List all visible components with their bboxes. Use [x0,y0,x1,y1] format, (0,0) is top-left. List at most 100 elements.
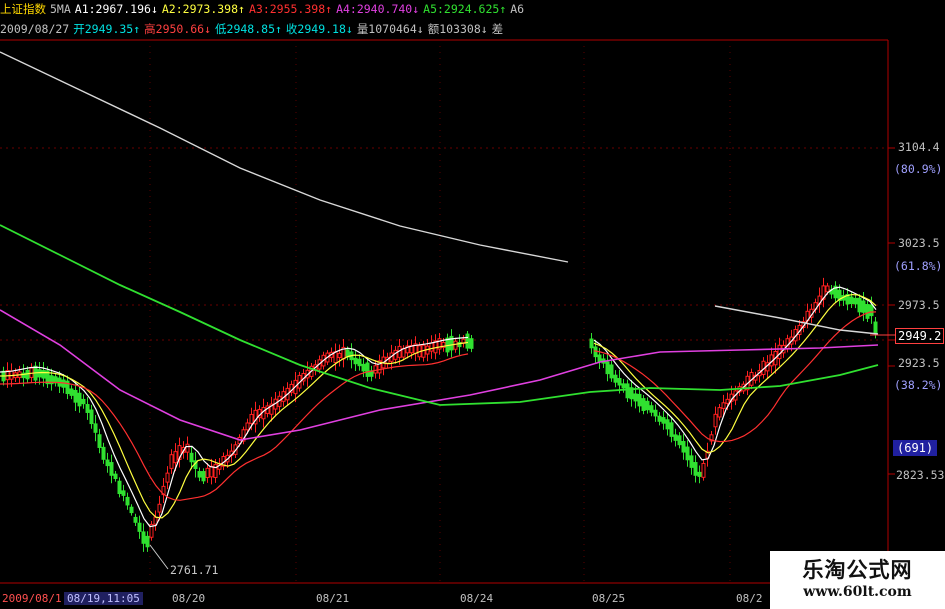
candle-31 [125,496,130,506]
candle-187 [865,304,870,319]
price-chart[interactable] [0,0,945,609]
candle-120 [597,354,602,363]
candle-126 [621,383,626,389]
candle-143 [689,455,694,468]
candle-51 [205,467,210,479]
candle-29 [117,480,122,495]
candle-129 [633,393,638,402]
candle-33 [133,516,138,523]
axis-label-3104: 3104.4 [898,140,940,154]
candle-134 [653,409,658,417]
header-item-4: A3:2955.398↑ [248,2,333,16]
candle-36 [145,535,150,548]
ohlc-item-4: 收2949.18↓ [285,22,353,36]
axis-label-382pct: (38.2%) [894,378,943,392]
candle-184 [853,297,858,305]
candle-149 [713,413,718,428]
candle-90 [361,363,366,372]
candle-132 [645,400,650,411]
date-label-0821: 08/21 [316,592,350,605]
ma1-line-a [0,336,469,528]
candle-27 [109,462,114,476]
candle-61 [245,422,250,431]
volume-box: (691) [893,440,938,456]
low-marker-leader [149,544,169,570]
candle-107 [429,342,434,352]
candle-23 [93,423,98,433]
ohlc-item-3: 低2948.85↑ [215,22,282,36]
bottom-date-left: 2009/08/1 [2,592,62,605]
candle-152 [725,398,730,404]
candle-49 [197,471,202,478]
ma1-line-b [593,286,877,461]
ohlc-item-7: 差 [491,22,504,36]
candle-137 [665,419,670,430]
candle-32 [129,506,134,514]
header-item-0: 上证指数 [0,2,46,16]
header-item-2: A1:2967.196↓ [74,2,158,16]
ohlc-header: 2009/08/27 开2949.35↑ 高2950.66↓ 低2948.85↑ 收29… [0,20,507,38]
candle-127 [625,383,630,399]
candle-122 [605,361,610,375]
candle-89 [357,358,362,367]
candle-46 [185,443,190,453]
ma-long-line-a [0,51,569,263]
candle-42 [169,454,174,469]
candle-10 [41,370,46,379]
candle-18 [73,389,78,403]
header-item-5: A4:2940.740↓ [336,2,420,16]
candle-28 [113,473,118,480]
candle-130 [637,393,642,407]
candle-30 [121,490,126,496]
candle-25 [101,446,106,460]
stock-chart-window: 上证指数 5MA A1:2967.196↓ A2:2973.398↑ A3:2955.3… [0,0,945,609]
candle-113 [453,340,458,350]
crosshair-time: 08/19,11:05 [64,592,143,605]
candle-6 [25,369,30,380]
candle-19 [77,392,82,407]
candle-151 [721,402,726,409]
candle-165 [777,344,782,360]
candle-24 [97,434,102,448]
candle-141 [681,441,686,453]
candle-84 [337,352,342,358]
header-item-6: A5:2924.625↑ [423,2,507,16]
ma2-line-b [593,293,877,454]
candle-124 [613,374,618,383]
candle-133 [649,405,654,413]
axis-label-2973: 2973.5 [898,298,940,312]
ohlc-item-1: 开2949.35↑ [73,22,141,36]
candle-142 [685,446,690,461]
ma4-line [0,309,879,441]
candle-139 [673,434,678,441]
candle-189 [873,321,878,334]
date-label-082x: 08/2 [736,592,763,605]
axis-label-809pct: (80.9%) [894,162,943,176]
candle-88 [353,357,358,365]
candle-117 [469,338,474,349]
header-item-3: A2:2973.398↑ [161,2,245,16]
ohlc-item-2: 高2950.66↓ [144,22,212,36]
candle-34 [137,522,142,532]
candle-146 [701,462,706,478]
candle-150 [717,407,722,418]
watermark-title: 乐淘公式网 [802,558,913,582]
candle-144 [693,462,698,476]
candle-21 [85,404,90,413]
candle-145 [697,471,702,477]
candle-43 [173,451,178,464]
header-item-7: A6 [510,2,525,16]
candle-52 [209,465,214,478]
candle-17 [69,388,74,396]
watermark-logo: 乐淘公式网 www.60lt.com [770,551,945,609]
date-label-0825: 08/25 [592,592,626,605]
candle-35 [141,531,146,544]
candle-135 [657,415,662,422]
candle-93 [373,365,378,374]
candle-26 [105,459,110,467]
axis-label-3023: 3023.5 [898,236,940,250]
candle-47 [189,452,194,463]
candle-185 [857,297,862,313]
candle-140 [677,435,682,446]
candle-123 [609,364,614,379]
